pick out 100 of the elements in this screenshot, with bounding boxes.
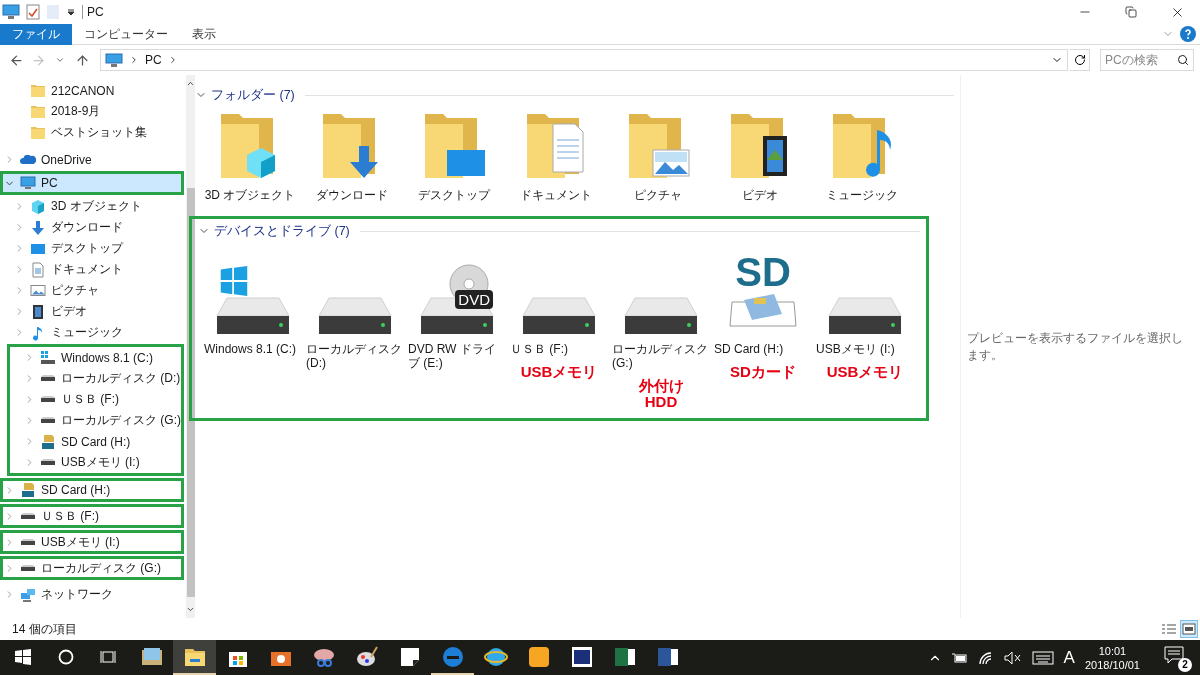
folder-item[interactable]: 3D オブジェクト — [199, 110, 301, 202]
ribbon-tab[interactable]: ファイル — [0, 24, 72, 45]
section-header[interactable]: デバイスとドライブ (7) — [198, 222, 920, 240]
list-icon — [1162, 624, 1176, 634]
folder-item[interactable]: ビデオ — [709, 110, 811, 202]
cloud-icon — [20, 154, 36, 165]
sd-card-icon — [20, 482, 36, 498]
scroll-up-icon[interactable] — [186, 79, 195, 88]
ime-indicator[interactable]: A — [1063, 647, 1075, 668]
clock[interactable]: 10:01 2018/10/01 — [1084, 643, 1140, 672]
annotation-text: USBメモリ — [826, 364, 904, 380]
tree-item[interactable]: USBメモリ (I:) — [10, 452, 181, 473]
drive-icon — [40, 375, 56, 382]
item-count: 14 個の項目 — [12, 620, 77, 638]
tree-item[interactable]: 3D オブジェクト — [0, 196, 186, 217]
folder-item[interactable]: デスクトップ — [403, 110, 505, 202]
drive-label[interactable]: USBメモリ (I:) — [816, 342, 914, 356]
wifi-icon[interactable] — [977, 650, 994, 665]
ribbon-tab[interactable]: コンピューター — [72, 24, 180, 45]
drive-label[interactable]: DVD RW ドライブ (E:) — [408, 342, 506, 370]
browser-icon — [440, 644, 465, 669]
circle-icon — [58, 648, 74, 665]
folder-icon — [30, 82, 46, 99]
drive-icon — [40, 350, 56, 365]
folder-item[interactable]: ドキュメント — [505, 110, 607, 202]
tree-item[interactable]: ＵＳＢ (F:) — [10, 389, 181, 410]
tree-item[interactable]: SD Card (H:) — [10, 431, 181, 452]
tree-item[interactable]: ドキュメント — [0, 259, 186, 280]
tree-item[interactable]: ネットワーク — [0, 584, 186, 605]
drive-icon — [40, 417, 56, 424]
refresh-button[interactable] — [1070, 49, 1090, 71]
drive-icon — [521, 296, 597, 336]
tree-item[interactable]: OneDrive — [0, 149, 186, 170]
search-field[interactable]: PCの検索 — [1100, 49, 1194, 71]
ribbon-tab[interactable]: 表示 — [180, 24, 228, 45]
window-title: PC — [82, 5, 104, 19]
tree-item[interactable]: ローカルディスク (D:) — [10, 368, 181, 389]
section-header[interactable]: フォルダー (7) — [195, 86, 954, 104]
tree-item[interactable]: 2018-9月 — [0, 101, 186, 122]
app-icon — [526, 644, 551, 669]
disc-label: DVD — [455, 290, 493, 309]
checklist-icon[interactable] — [26, 4, 40, 20]
breadcrumb-item[interactable]: PC — [145, 53, 162, 67]
tree-item[interactable]: ミュージック — [0, 322, 186, 343]
drive-icon — [20, 564, 36, 572]
address-field[interactable]: PC — [100, 49, 1068, 71]
scrollbar-thumb[interactable] — [186, 188, 195, 597]
tree-item[interactable]: ビデオ — [0, 301, 186, 322]
sd-logo-text: SD — [735, 252, 791, 292]
notification-icon[interactable] — [1164, 645, 1184, 664]
drive-icon — [623, 296, 699, 336]
drive-icon — [20, 512, 36, 520]
folder-item[interactable]: ダウンロード — [301, 110, 403, 202]
forward-arrow-icon — [30, 52, 46, 68]
drive-label[interactable]: SD Card (H:) — [714, 342, 812, 356]
monitor-icon — [105, 52, 123, 68]
folder-item[interactable]: ピクチャ — [607, 110, 709, 202]
tree-item[interactable]: ピクチャ — [0, 280, 186, 301]
network-icon — [20, 586, 36, 603]
tree-item[interactable]: ローカルディスク (G:) — [10, 410, 181, 431]
battery-icon[interactable] — [951, 651, 968, 664]
down-arrow-icon — [30, 219, 46, 236]
tree-item[interactable]: PC — [3, 174, 181, 192]
tree-item[interactable]: ＵＳＢ (F:) — [3, 507, 181, 525]
tree-item[interactable]: Windows 8.1 (C:) — [10, 347, 181, 368]
drive-icon — [40, 459, 56, 466]
picture-icon — [30, 285, 46, 296]
scroll-down-icon[interactable] — [186, 605, 195, 614]
large-icons-view-button[interactable] — [1180, 620, 1198, 638]
document-icon — [30, 261, 46, 278]
drive-label[interactable]: Windows 8.1 (C:) — [204, 342, 302, 356]
tree-item[interactable]: 212CANON — [0, 80, 186, 101]
tree-item[interactable]: ダウンロード — [0, 217, 186, 238]
keyboard-icon[interactable] — [1031, 650, 1054, 665]
help-icon[interactable] — [1180, 26, 1196, 42]
preview-message: プレビューを表示するファイルを選択します。 — [967, 329, 1184, 364]
tree-item[interactable]: ベストショット集 — [0, 122, 186, 143]
tree-item[interactable]: デスクトップ — [0, 238, 186, 259]
back-arrow-icon — [8, 52, 24, 68]
drive-label[interactable]: ローカルディスク (G:) — [612, 342, 710, 370]
chevron-down-icon — [55, 55, 65, 65]
drive-label[interactable]: ローカルディスク (D:) — [306, 342, 404, 370]
drive-label[interactable]: ＵＳＢ (F:) — [510, 342, 608, 356]
drive-icon — [317, 296, 393, 336]
scrollbar[interactable] — [186, 75, 195, 618]
dropdown-caret-icon[interactable] — [66, 7, 76, 17]
tree-item[interactable]: USBメモリ (I:) — [3, 533, 181, 551]
search-icon — [1177, 54, 1189, 66]
taskbar-button[interactable] — [173, 640, 216, 675]
tree-item[interactable]: SD Card (H:) — [3, 481, 181, 499]
drive-icon — [20, 538, 36, 546]
folder-item[interactable]: ミュージック — [811, 110, 913, 202]
tree-item[interactable]: ローカルディスク (G:) — [3, 559, 181, 577]
annotation-text: USBメモリ — [520, 364, 598, 380]
task-view-icon — [100, 648, 116, 665]
drive-icon — [215, 296, 291, 336]
annotation-text: SDカード — [730, 364, 796, 380]
muted-speaker-icon[interactable] — [1003, 650, 1022, 665]
large-icons-icon — [1182, 623, 1196, 635]
sd-card-icon — [40, 433, 56, 450]
